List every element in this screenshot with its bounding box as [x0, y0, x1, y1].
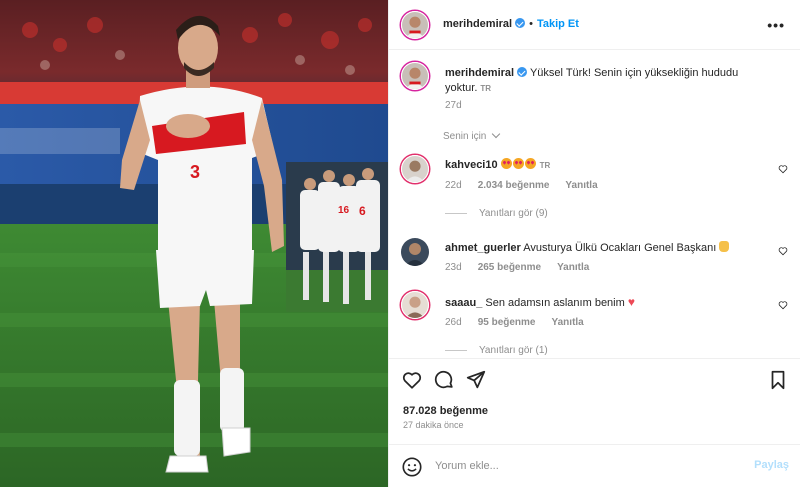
- heart-eyes-emoji: [500, 158, 537, 171]
- comment-age: 23d: [445, 262, 462, 273]
- comment-bar: Paylaş: [389, 444, 800, 487]
- post-comment-button[interactable]: Paylaş: [754, 459, 789, 471]
- author-username[interactable]: merihdemiral: [443, 18, 512, 30]
- comment-1: kahveci10 TR: [445, 158, 550, 173]
- comment-username[interactable]: kahveci10: [445, 159, 498, 171]
- svg-text:6: 6: [359, 204, 366, 218]
- more-options-icon[interactable]: •••: [767, 17, 785, 33]
- post-header: merihdemiral • Takip Et •••: [389, 0, 800, 50]
- comment-avatar[interactable]: [401, 238, 429, 266]
- comment-age: 22d: [445, 180, 462, 191]
- comment-likes[interactable]: 2.034 beğenme: [478, 180, 550, 191]
- author-avatar[interactable]: [401, 11, 429, 39]
- comment-avatar[interactable]: [401, 155, 429, 183]
- like-comment-icon[interactable]: [778, 300, 788, 310]
- comment-avatar[interactable]: [401, 291, 429, 319]
- comment-likes[interactable]: 95 beğenme: [478, 317, 536, 328]
- comment-2: ahmet_guerler Avusturya Ülkü Ocakları Ge…: [445, 241, 730, 256]
- post-photo: 6 16 3: [0, 0, 388, 487]
- comment-text: Avusturya Ülkü Ocakları Genel Başkanı: [523, 242, 717, 254]
- post-likes-count[interactable]: 87.028 beğenme: [403, 405, 488, 417]
- like-comment-icon[interactable]: [778, 246, 788, 256]
- replies-divider: [445, 212, 467, 214]
- comment-text: Sen adamsın aslanım benim: [485, 297, 625, 309]
- red-heart-emoji: ♥: [627, 295, 635, 309]
- comment-meta: 23d 265 beğenme Yanıtla: [445, 262, 589, 273]
- like-comment-icon[interactable]: [778, 164, 788, 174]
- comment-input[interactable]: [435, 456, 735, 476]
- verified-badge-icon: [517, 67, 528, 77]
- post-media[interactable]: 6 16 3: [0, 0, 388, 487]
- reply-button[interactable]: Yanıtla: [552, 317, 584, 328]
- instagram-post: 6 16 3 merihdemiral • Takip Et ••• merih…: [0, 0, 800, 487]
- like-icon[interactable]: [401, 369, 423, 391]
- post-actions: [389, 358, 800, 402]
- emoji-icon[interactable]: [401, 456, 423, 478]
- follow-button[interactable]: Takip Et: [537, 18, 579, 30]
- comment-age: 26d: [445, 317, 462, 328]
- bookmark-icon[interactable]: [767, 369, 789, 391]
- chevron-down-icon: [491, 129, 501, 139]
- view-replies-label: Yanıtları gör (1): [479, 345, 548, 356]
- verified-badge-icon: [515, 18, 526, 28]
- caption-age: 27d: [445, 100, 462, 111]
- svg-text:3: 3: [190, 162, 200, 182]
- comments-filter-label: Senin için: [443, 131, 487, 142]
- view-replies-label: Yanıtları gör (9): [479, 208, 548, 219]
- comment-likes[interactable]: 265 beğenme: [478, 262, 541, 273]
- share-icon[interactable]: [465, 369, 487, 391]
- translate-badge[interactable]: TR: [480, 84, 491, 93]
- view-replies-button[interactable]: Yanıtları gör (1): [445, 345, 548, 356]
- caption-avatar[interactable]: [401, 62, 429, 90]
- comment-3: saaau_ Sen adamsın aslanım benim ♥: [445, 295, 635, 311]
- translate-badge[interactable]: TR: [540, 161, 551, 170]
- svg-text:16: 16: [338, 205, 350, 216]
- reply-button[interactable]: Yanıtla: [557, 262, 589, 273]
- comments-filter[interactable]: Senin için: [443, 129, 501, 142]
- post-timestamp: 27 dakika önce: [403, 420, 464, 430]
- view-replies-button[interactable]: Yanıtları gör (9): [445, 208, 548, 219]
- replies-divider: [445, 349, 467, 351]
- caption-username[interactable]: merihdemiral: [445, 67, 514, 79]
- wolf-hand-emoji: [719, 241, 730, 252]
- comment-username[interactable]: saaau_: [445, 297, 482, 309]
- caption: merihdemiral Yüksel Türk! Senin için yük…: [445, 66, 775, 96]
- separator-dot: •: [529, 18, 533, 30]
- comment-username[interactable]: ahmet_guerler: [445, 242, 521, 254]
- comment-icon[interactable]: [433, 369, 455, 391]
- comment-meta: 22d 2.034 beğenme Yanıtla: [445, 180, 598, 191]
- comment-meta: 26d 95 beğenme Yanıtla: [445, 317, 584, 328]
- reply-button[interactable]: Yanıtla: [565, 180, 597, 191]
- post-side-panel: merihdemiral • Takip Et ••• merihdemiral Y…: [388, 0, 800, 487]
